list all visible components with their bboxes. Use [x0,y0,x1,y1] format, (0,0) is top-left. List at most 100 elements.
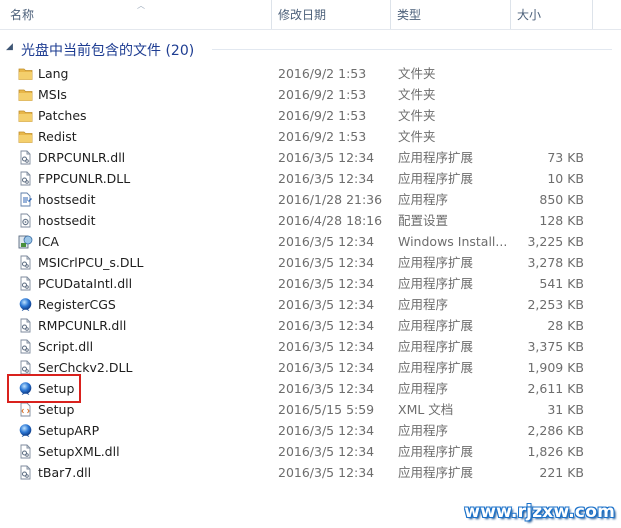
file-modified-date: 2016/9/2 1:53 [278,108,367,123]
file-modified-date: 2016/5/15 5:59 [278,402,375,417]
column-header: ︿ 名称 修改日期 类型 大小 [0,0,621,30]
dll-file-icon [18,255,33,270]
file-row[interactable]: Setup 2016/5/15 5:59 XML 文档 31 KB [0,399,621,420]
file-modified-date: 2016/3/5 12:34 [278,255,375,270]
blue-orb-app-icon [18,297,33,312]
file-type: 应用程序扩展 [398,171,474,186]
column-name-label: 名称 [10,8,35,22]
file-type: 文件夹 [398,129,436,144]
dll-file-icon [18,465,33,480]
file-size: 28 KB [547,318,584,333]
file-row[interactable]: Redist 2016/9/2 1:53 文件夹 [0,126,621,147]
file-modified-date: 2016/1/28 21:36 [278,192,383,207]
file-row[interactable]: RMPCUNLR.dll 2016/3/5 12:34 应用程序扩展 28 KB [0,315,621,336]
file-modified-date: 2016/4/28 18:16 [278,213,383,228]
file-name: Lang [38,66,69,81]
file-modified-date: 2016/3/5 12:34 [278,150,375,165]
folder-icon [18,108,33,123]
group-header[interactable]: ◢ 光盘中当前包含的文件 (20) [0,38,621,60]
file-row[interactable]: MSIs 2016/9/2 1:53 文件夹 [0,84,621,105]
file-modified-date: 2016/3/5 12:34 [278,318,375,333]
file-size: 3,375 KB [527,339,584,354]
file-modified-date: 2016/3/5 12:34 [278,465,375,480]
file-type: 配置设置 [398,213,449,228]
file-modified-date: 2016/3/5 12:34 [278,381,375,396]
file-type: XML 文档 [398,402,454,417]
file-row[interactable]: hostsedit 2016/1/28 21:36 应用程序 850 KB [0,189,621,210]
column-divider[interactable] [592,0,593,29]
file-modified-date: 2016/3/5 12:34 [278,423,375,438]
file-row[interactable]: Script.dll 2016/3/5 12:34 应用程序扩展 3,375 KB [0,336,621,357]
file-size: 2,286 KB [527,423,584,438]
dll-file-icon [18,171,33,186]
column-type[interactable]: 类型 [391,0,509,29]
watermark: www.rjzxw.com [464,502,615,522]
file-size: 128 KB [539,213,584,228]
dll-file-icon [18,318,33,333]
file-size: 850 KB [539,192,584,207]
file-row[interactable]: SerChckv2.DLL 2016/3/5 12:34 应用程序扩展 1,909 K… [0,357,621,378]
file-name: Patches [38,108,87,123]
highlight-box [7,374,81,403]
file-modified-date: 2016/3/5 12:34 [278,234,375,249]
dll-file-icon [18,360,33,375]
column-size[interactable]: 大小 [511,0,591,29]
file-row[interactable]: PCUDataIntl.dll 2016/3/5 12:34 应用程序扩展 541 K… [0,273,621,294]
file-modified-date: 2016/3/5 12:34 [278,171,375,186]
group-divider [212,49,612,50]
file-row[interactable]: ICA 2016/3/5 12:34 Windows Install... 3,225… [0,231,621,252]
file-modified-date: 2016/3/5 12:34 [278,339,375,354]
file-row[interactable]: SetupARP 2016/3/5 12:34 应用程序 2,286 KB [0,420,621,441]
file-name: hostsedit [38,192,96,207]
file-size: 541 KB [539,276,584,291]
file-modified-date: 2016/9/2 1:53 [278,87,367,102]
file-type: 文件夹 [398,66,436,81]
file-row[interactable]: tBar7.dll 2016/3/5 12:34 应用程序扩展 221 KB [0,462,621,483]
file-size: 3,225 KB [527,234,584,249]
file-row[interactable]: hostsedit 2016/4/28 18:16 配置设置 128 KB [0,210,621,231]
folder-icon [18,87,33,102]
file-modified-date: 2016/3/5 12:34 [278,360,375,375]
column-date[interactable]: 修改日期 [272,0,390,29]
file-size: 10 KB [547,171,584,186]
file-row[interactable]: Setup 2016/3/5 12:34 应用程序 2,611 KB [0,378,621,399]
file-type: 应用程序 [398,192,449,207]
file-row[interactable]: Patches 2016/9/2 1:53 文件夹 [0,105,621,126]
file-row[interactable]: MSICrlPCU_s.DLL 2016/3/5 12:34 应用程序扩展 3,278… [0,252,621,273]
file-type: 应用程序 [398,297,449,312]
file-name: FPPCUNLR.DLL [38,171,131,186]
file-name: PCUDataIntl.dll [38,276,133,291]
file-modified-date: 2016/3/5 12:34 [278,444,375,459]
file-type: 应用程序扩展 [398,150,474,165]
folder-icon [18,66,33,81]
file-row[interactable]: DRPCUNLR.dll 2016/3/5 12:34 应用程序扩展 73 KB [0,147,621,168]
file-row[interactable]: SetupXML.dll 2016/3/5 12:34 应用程序扩展 1,826 KB [0,441,621,462]
file-row[interactable]: Lang 2016/9/2 1:53 文件夹 [0,63,621,84]
file-modified-date: 2016/9/2 1:53 [278,129,367,144]
file-size: 1,826 KB [527,444,584,459]
file-type: Windows Install... [398,234,508,249]
folder-icon [18,129,33,144]
chevron-collapse-icon[interactable]: ◢ [6,42,13,52]
group-title: 光盘中当前包含的文件 (20) [21,43,195,59]
file-name: tBar7.dll [38,465,92,480]
file-row[interactable]: RegisterCGS 2016/3/5 12:34 应用程序 2,253 KB [0,294,621,315]
file-type: 应用程序扩展 [398,339,474,354]
file-name: MSICrlPCU_s.DLL [38,255,144,270]
xml-file-icon [18,402,33,417]
column-name[interactable]: 名称 [4,0,272,29]
file-type: 应用程序扩展 [398,465,474,480]
file-name: ICA [38,234,59,249]
dll-file-icon [18,444,33,459]
file-modified-date: 2016/3/5 12:34 [278,297,375,312]
file-row[interactable]: FPPCUNLR.DLL 2016/3/5 12:34 应用程序扩展 10 KB [0,168,621,189]
file-modified-date: 2016/3/5 12:34 [278,276,375,291]
file-size: 31 KB [547,402,584,417]
dll-file-icon [18,150,33,165]
column-date-label: 修改日期 [278,8,327,22]
file-size: 1,909 KB [527,360,584,375]
file-type: 应用程序扩展 [398,360,474,375]
file-type: 应用程序 [398,423,449,438]
column-size-label: 大小 [517,8,542,22]
column-type-label: 类型 [397,8,422,22]
